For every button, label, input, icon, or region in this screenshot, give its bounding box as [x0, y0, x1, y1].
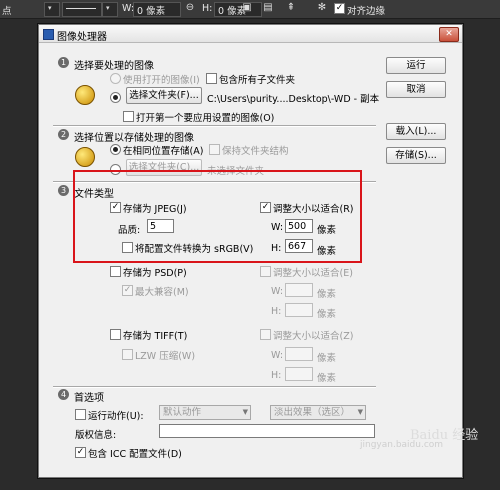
dialog-titlebar[interactable]: 图像处理器 ✕	[39, 25, 462, 43]
stroke-style-dropdown[interactable]	[62, 2, 102, 17]
action-set-select[interactable]: 默认动作 ▼	[159, 405, 251, 420]
stroke-style-arrow[interactable]: ▾	[102, 2, 118, 17]
stroke-line-preview	[66, 8, 96, 9]
include-icc-checkbox[interactable]: ✓	[75, 447, 86, 458]
open-first-image-label: 打开第一个要应用设置的图像(O)	[136, 113, 275, 124]
dialog-title: 图像处理器	[57, 32, 107, 43]
keep-structure-checkbox[interactable]	[209, 144, 220, 155]
save-psd-label: 存储为 PSD(P)	[123, 268, 187, 279]
section-2-number: 2	[58, 129, 69, 140]
action-set-value: 默认动作	[163, 407, 202, 418]
save-tiff-label: 存储为 TIFF(T)	[123, 331, 188, 342]
close-button[interactable]: ✕	[439, 27, 459, 42]
options-toolbar: 点 ▾ ▾ W: 0 像素 ⊖ H: 0 像素 ▣ ▤ ⇞ ✻ ✓ 对齐边缘	[0, 0, 500, 19]
tiff-w-label: W:	[271, 350, 284, 361]
tiff-resize-checkbox[interactable]	[260, 329, 271, 340]
tiff-h-unit: 像素	[317, 373, 337, 384]
maximize-compat-label: 最大兼容(M)	[135, 287, 189, 298]
watermark-url: jingyan.baidu.com	[360, 440, 444, 450]
chevron-down-icon: ▼	[242, 408, 248, 416]
psd-height-input[interactable]	[285, 303, 313, 317]
section-3-number: 3	[58, 185, 69, 196]
toolbar-h-label: H:	[202, 3, 213, 14]
open-first-image-checkbox[interactable]	[123, 111, 134, 122]
save-psd-checkbox[interactable]	[110, 266, 121, 277]
use-open-images-radio[interactable]	[110, 73, 121, 84]
toolbar-w-input[interactable]: 0 像素	[133, 2, 181, 17]
psd-h-unit: 像素	[317, 309, 337, 320]
section-4-title: 首选项	[74, 393, 104, 404]
action-select[interactable]: 淡出效果（选区） ▼	[270, 405, 366, 420]
tiff-height-input[interactable]	[285, 367, 313, 381]
destination-icon	[75, 147, 95, 167]
path-arrangement-icon[interactable]: ⇞	[285, 2, 297, 14]
folder-path: C:\Users\purity....Desktop\-WD - 副本	[207, 94, 380, 105]
image-source-icon	[75, 85, 95, 105]
tiff-width-input[interactable]	[285, 347, 313, 361]
toolbar-w-value: 0 像素	[137, 6, 166, 17]
path-alignment-icon[interactable]: ▤	[262, 2, 274, 14]
link-icon[interactable]: ⊖	[184, 2, 196, 14]
psd-w-label: W:	[271, 286, 284, 297]
tool-label: 点	[2, 6, 12, 17]
tool-dropdown[interactable]: ▾	[44, 2, 60, 17]
use-open-images-label: 使用打开的图像(I)	[123, 75, 200, 86]
lzw-label: LZW 压缩(W)	[135, 351, 196, 362]
psd-h-label: H:	[271, 306, 282, 317]
gear-icon[interactable]: ✻	[316, 2, 328, 14]
section-1-number: 1	[58, 57, 69, 68]
select-folder-button[interactable]: 选择文件夹(F)...	[126, 87, 202, 104]
toolbar-h-input[interactable]: 0 像素	[214, 2, 262, 17]
copyright-label: 版权信息:	[75, 430, 117, 441]
copyright-input[interactable]	[159, 424, 375, 438]
psd-resize-checkbox[interactable]	[260, 266, 271, 277]
tiff-w-unit: 像素	[317, 353, 337, 364]
cancel-button[interactable]: 取消	[386, 81, 446, 98]
include-subfolders-checkbox[interactable]	[206, 73, 217, 84]
section-1-title: 选择要处理的图像	[74, 61, 154, 72]
include-subfolders-label: 包含所有子文件夹	[219, 75, 296, 86]
tiff-h-label: H:	[271, 370, 282, 381]
save-same-location-label: 在相同位置存储(A)	[123, 146, 204, 157]
path-operations-icon[interactable]: ▣	[241, 2, 253, 14]
save-tiff-checkbox[interactable]	[110, 329, 121, 340]
select-folder-radio[interactable]	[110, 92, 121, 103]
include-icc-label: 包含 ICC 配置文件(D)	[88, 449, 182, 460]
tiff-resize-label: 调整大小以适合(Z)	[273, 331, 354, 342]
section-divider	[53, 386, 376, 388]
load-button[interactable]: 载入(L)...	[386, 123, 446, 140]
psd-w-unit: 像素	[317, 289, 337, 300]
save-same-location-radio[interactable]	[110, 144, 121, 155]
run-action-checkbox[interactable]	[75, 409, 86, 420]
app-icon	[43, 29, 54, 40]
maximize-compat-checkbox[interactable]: ✓	[122, 285, 133, 296]
align-edges-checkbox[interactable]: ✓	[334, 3, 345, 14]
run-button[interactable]: 运行	[386, 57, 446, 74]
section-2-title: 选择位置以存储处理的图像	[74, 133, 194, 144]
psd-width-input[interactable]	[285, 283, 313, 297]
keep-structure-label: 保持文件夹结构	[222, 146, 289, 157]
save-settings-button[interactable]: 存储(S)...	[386, 147, 446, 164]
run-action-label: 运行动作(U):	[88, 411, 144, 422]
action-value: 淡出效果（选区）	[274, 407, 351, 418]
highlight-box	[73, 170, 362, 263]
lzw-checkbox[interactable]	[122, 349, 133, 360]
psd-resize-label: 调整大小以适合(E)	[273, 268, 353, 279]
section-divider	[53, 125, 376, 127]
align-edges-label: 对齐边缘	[347, 6, 386, 17]
chevron-down-icon: ▼	[357, 408, 363, 416]
section-4-number: 4	[58, 389, 69, 400]
